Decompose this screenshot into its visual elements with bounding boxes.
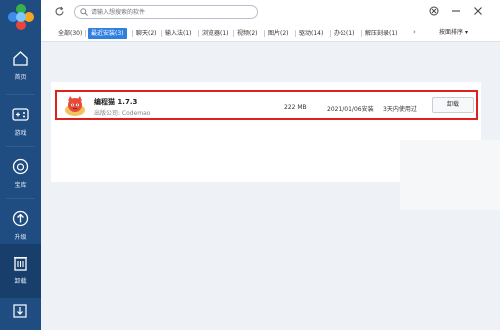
sidebar-item-home[interactable]: 首页 bbox=[0, 40, 41, 94]
chevron-down-icon: ▾ bbox=[464, 29, 468, 36]
search-box[interactable] bbox=[74, 5, 258, 19]
tab-office[interactable]: 办公(1) bbox=[334, 28, 355, 39]
sidebar-item-treasury[interactable]: 宝库 bbox=[0, 148, 41, 202]
sort-label: 按面排序 bbox=[439, 29, 464, 36]
home-icon bbox=[13, 51, 28, 66]
title-bar bbox=[41, 0, 500, 24]
tab-drivers[interactable]: 驱动(14) bbox=[299, 28, 323, 39]
sidebar-item-label: 游戏 bbox=[14, 130, 27, 137]
tab-divider bbox=[132, 30, 133, 37]
tab-input-method[interactable]: 输入法(1) bbox=[165, 28, 192, 39]
sidebar-item-label: 卸载 bbox=[14, 278, 27, 285]
tab-divider bbox=[233, 30, 234, 37]
sidebar: 首页 游戏 宝库 升级 卸载 bbox=[0, 0, 41, 330]
close-icon[interactable] bbox=[472, 5, 484, 17]
tab-browser[interactable]: 浏览器(1) bbox=[202, 28, 229, 39]
trash-icon bbox=[14, 256, 27, 271]
tab-divider bbox=[161, 30, 162, 37]
tab-all[interactable]: 全部(30) bbox=[58, 28, 82, 39]
sidebar-item-uninstall[interactable]: 卸载 bbox=[0, 244, 41, 298]
panel-overlay bbox=[400, 140, 500, 210]
tab-divider bbox=[85, 30, 86, 37]
tab-divider bbox=[198, 30, 199, 37]
app-last-used: 3天内使用过 bbox=[383, 106, 417, 113]
category-tabs: 全部(30) 最近安装(3) 聊天(2) 输入法(1) 浏览器(1) 视频(2)… bbox=[41, 24, 500, 42]
app-publisher: 出版公司: Codemao bbox=[94, 110, 151, 117]
sidebar-item-label: 升级 bbox=[14, 234, 27, 241]
app-row[interactable]: 编程猫 1.7.3 出版公司: Codemao 222 MB 2021/01/0… bbox=[55, 90, 478, 120]
search-input[interactable] bbox=[91, 7, 251, 17]
downloads-button[interactable] bbox=[0, 296, 41, 330]
main-content: 编程猫 1.7.3 出版公司: Codemao 222 MB 2021/01/0… bbox=[41, 42, 500, 330]
divider bbox=[6, 94, 35, 95]
codemao-app-icon bbox=[65, 96, 85, 116]
divider bbox=[6, 198, 35, 199]
minimize-icon[interactable] bbox=[450, 5, 462, 17]
upgrade-icon bbox=[12, 210, 29, 227]
app-size: 222 MB bbox=[284, 104, 307, 111]
tab-divider bbox=[330, 30, 331, 37]
sidebar-item-label: 首页 bbox=[14, 74, 27, 81]
tab-chat[interactable]: 聊天(2) bbox=[136, 28, 157, 39]
tab-recent[interactable]: 最近安装(3) bbox=[88, 28, 127, 39]
uninstall-button[interactable]: 卸载 bbox=[432, 97, 474, 113]
gamepad-icon bbox=[12, 108, 29, 121]
tab-divider bbox=[264, 30, 265, 37]
sidebar-item-label: 宝库 bbox=[14, 182, 27, 189]
tab-divider bbox=[361, 30, 362, 37]
tab-divider bbox=[295, 30, 296, 37]
sidebar-item-games[interactable]: 游戏 bbox=[0, 96, 41, 150]
app-name: 编程猫 1.7.3 bbox=[94, 98, 138, 106]
refresh-icon[interactable] bbox=[54, 6, 65, 17]
tab-images[interactable]: 图片(2) bbox=[268, 28, 289, 39]
download-icon bbox=[13, 304, 27, 318]
tab-archive[interactable]: 解压刻录(1) bbox=[365, 28, 398, 39]
divider bbox=[6, 146, 35, 147]
sort-dropdown[interactable]: 按面排序 ▾ bbox=[439, 27, 468, 39]
app-logo bbox=[8, 4, 34, 30]
app-install-date: 2021/01/06安装 bbox=[327, 106, 374, 113]
tabs-more-icon[interactable]: › bbox=[413, 28, 416, 36]
settings-icon[interactable] bbox=[428, 5, 440, 17]
bag-icon bbox=[12, 158, 29, 175]
tab-video[interactable]: 视频(2) bbox=[237, 28, 258, 39]
search-icon bbox=[80, 8, 88, 16]
